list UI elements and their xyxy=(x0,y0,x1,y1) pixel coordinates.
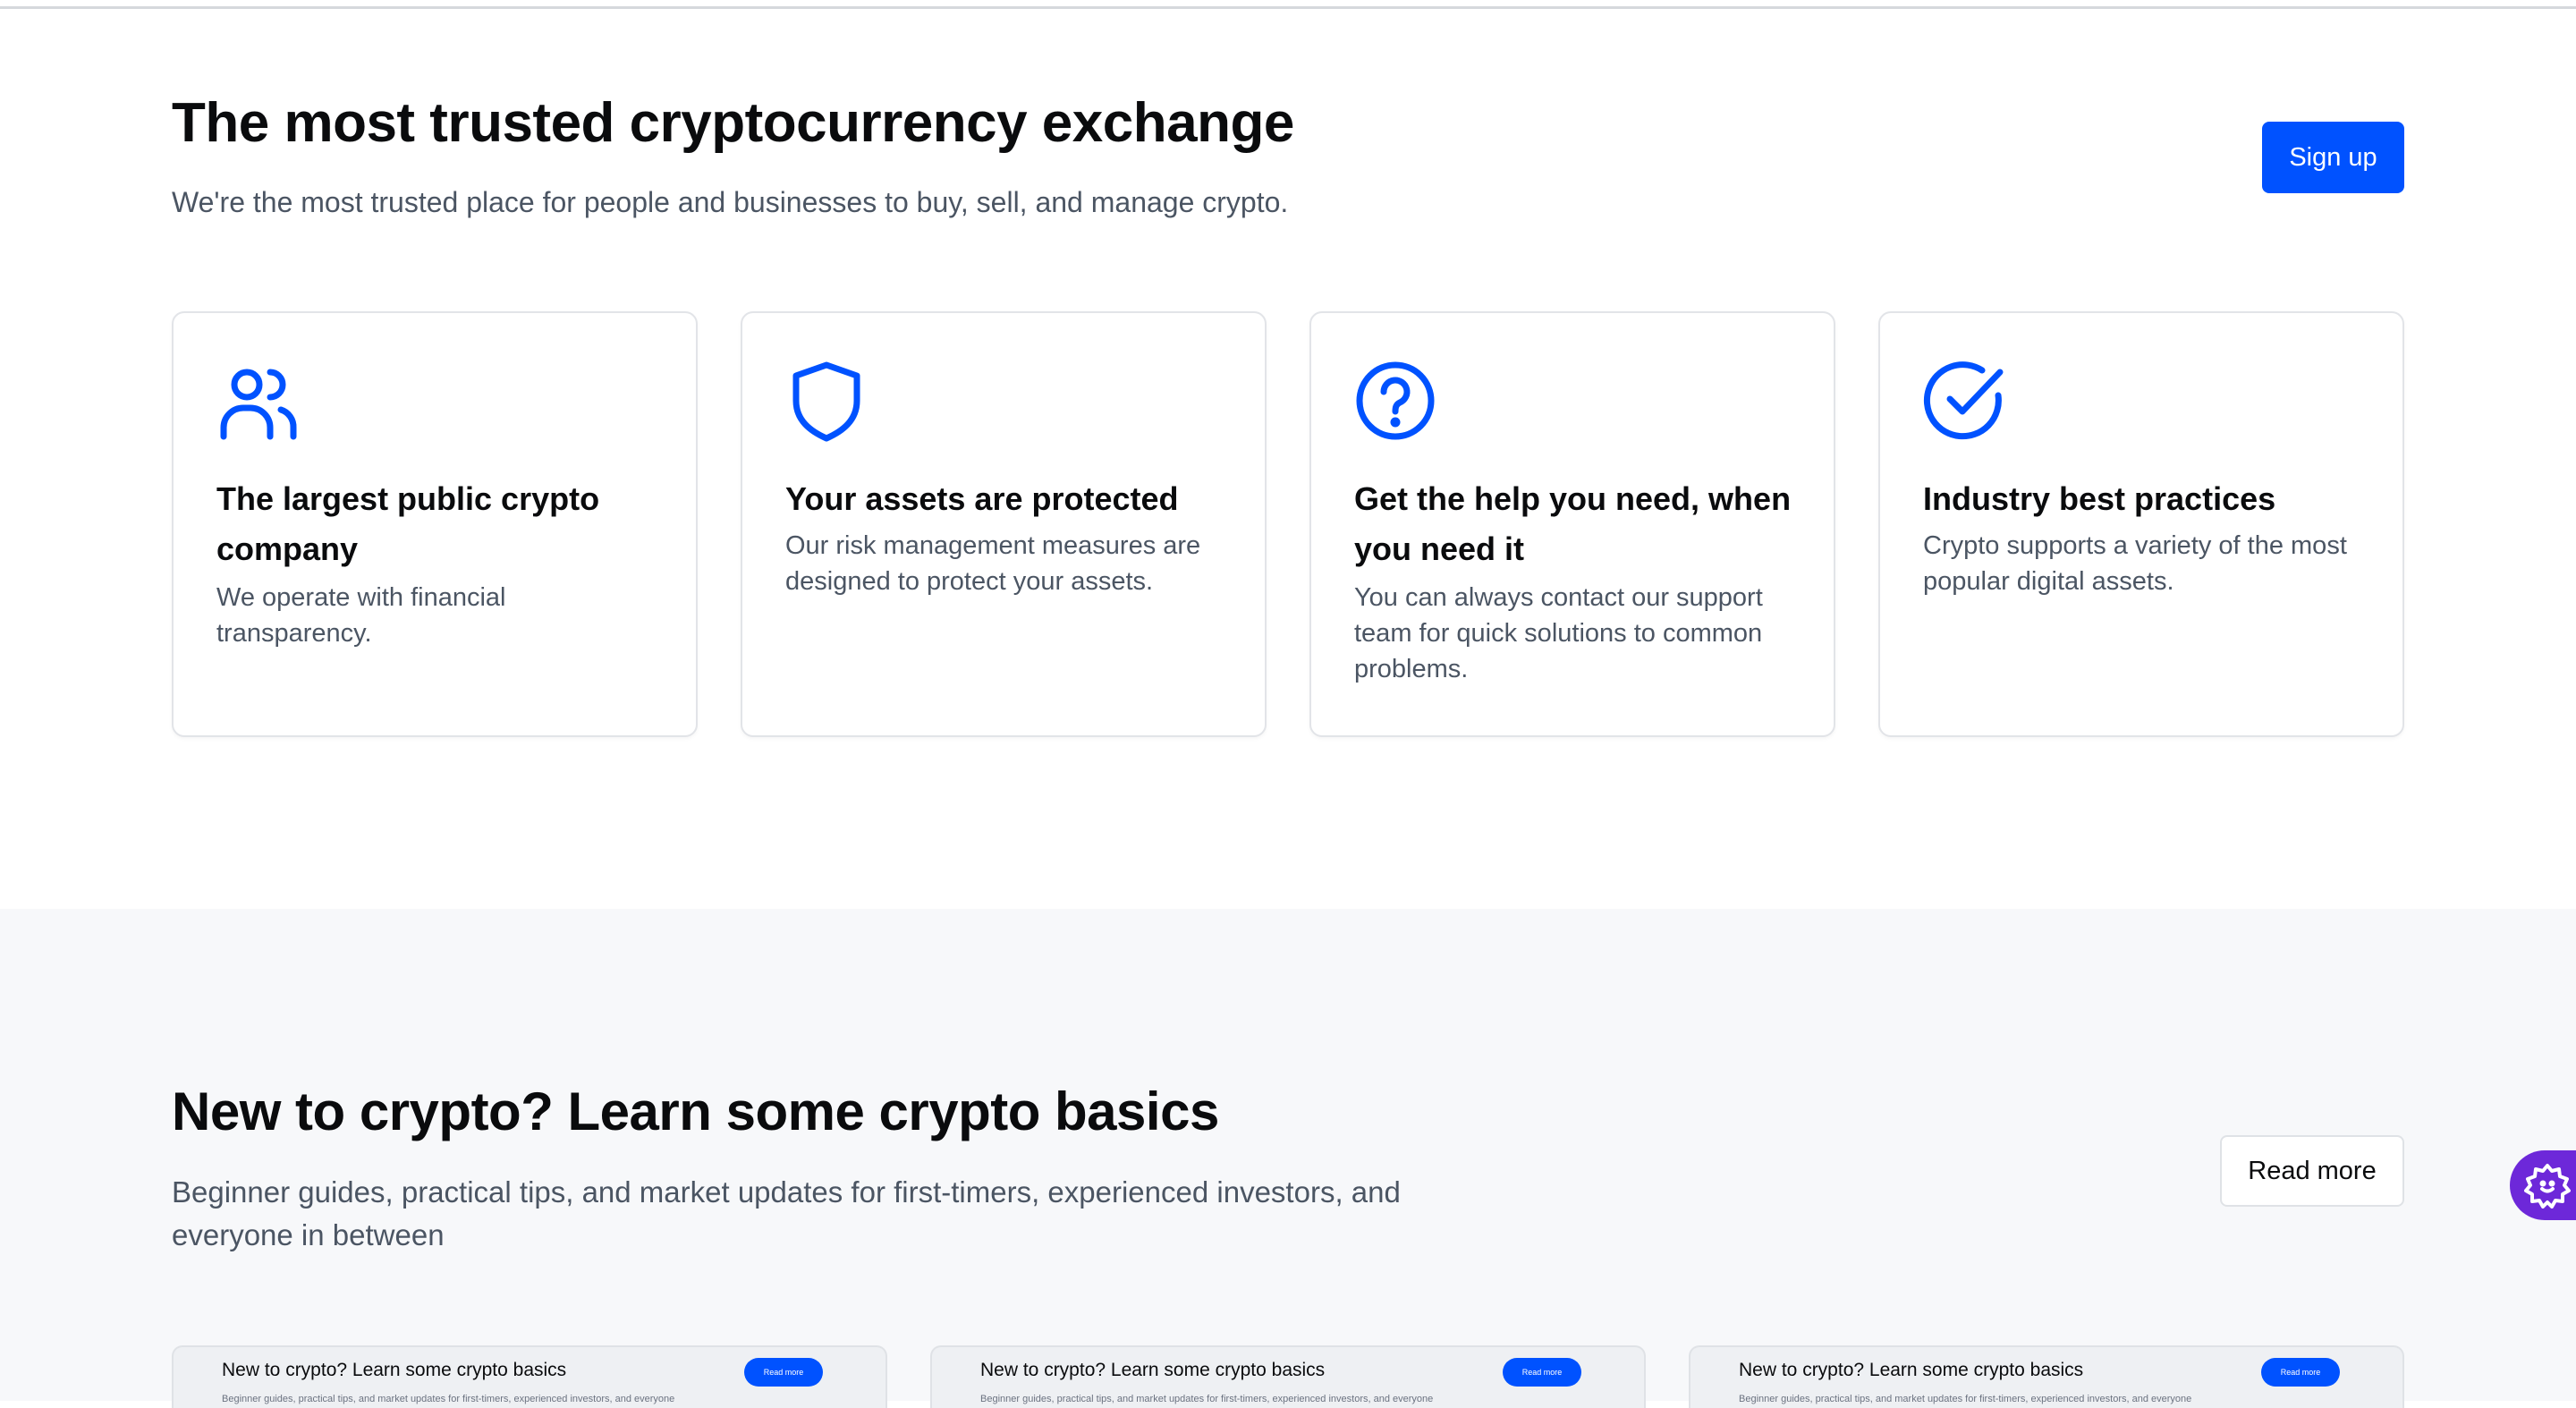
help-widget-button[interactable] xyxy=(2510,1150,2576,1220)
check-circle-icon xyxy=(1923,361,2004,440)
card-title: Your assets are protected xyxy=(785,480,1179,517)
users-icon xyxy=(220,369,297,440)
card-description: You can always contact our support team … xyxy=(1354,583,1763,683)
thumbnail-read-more-button: Read more xyxy=(1503,1358,1581,1387)
sign-up-button[interactable]: Sign up xyxy=(2262,122,2404,193)
thumbnail-subtitle: Beginner guides, practical tips, and mar… xyxy=(222,1394,675,1404)
thumbnail-subtitle: Beginner guides, practical tips, and mar… xyxy=(980,1394,1434,1404)
thumbnail-title: New to crypto? Learn some crypto basics xyxy=(980,1360,1326,1380)
card-description: We operate with financial transparency. xyxy=(216,583,506,648)
feature-card-largest-company: The largest public crypto company We ope… xyxy=(172,311,698,737)
help-circle-icon xyxy=(1356,361,1435,440)
feature-card-help: Get the help you need, when you need it … xyxy=(1309,311,1835,737)
article-thumbnail[interactable]: New to crypto? Learn some crypto basics … xyxy=(930,1345,1646,1408)
section-subtitle: Beginner guides, practical tips, and mar… xyxy=(172,1175,1401,1251)
thumbnail-title: New to crypto? Learn some crypto basics xyxy=(222,1360,567,1380)
card-description: Our risk management measures are designe… xyxy=(785,531,1201,596)
card-title: Industry best practices xyxy=(1923,480,2276,517)
shield-icon xyxy=(792,361,860,442)
section-title: New to crypto? Learn some crypto basics xyxy=(172,1081,1219,1141)
top-divider xyxy=(0,0,2576,9)
feature-card-assets-protected: Your assets are protected Our risk manag… xyxy=(741,311,1267,737)
feature-card-best-practices: Industry best practices Crypto supports … xyxy=(1878,311,2404,737)
thumbnail-read-more-button: Read more xyxy=(2261,1358,2340,1387)
trust-section: The most trusted cryptocurrency exchange… xyxy=(0,9,2576,909)
article-thumbnail[interactable]: New to crypto? Learn some crypto basics … xyxy=(1689,1345,2404,1408)
thumbnail-read-more-button: Read more xyxy=(744,1358,823,1387)
card-title: The largest public crypto company xyxy=(216,480,600,567)
thumbnail-title: New to crypto? Learn some crypto basics xyxy=(1739,1360,2084,1380)
section-subtitle: We're the most trusted place for people … xyxy=(172,186,1289,218)
card-description: Crypto supports a variety of the most po… xyxy=(1923,531,2347,596)
gear-face-icon xyxy=(2524,1164,2571,1209)
read-more-button[interactable]: Read more xyxy=(2220,1135,2404,1207)
card-title: Get the help you need, when you need it xyxy=(1354,480,1792,567)
article-thumbnail[interactable]: New to crypto? Learn some crypto basics … xyxy=(172,1345,887,1408)
thumbnail-subtitle: Beginner guides, practical tips, and mar… xyxy=(1739,1394,2192,1404)
learn-section: New to crypto? Learn some crypto basics … xyxy=(0,909,2576,1408)
section-title: The most trusted cryptocurrency exchange xyxy=(172,92,1294,154)
